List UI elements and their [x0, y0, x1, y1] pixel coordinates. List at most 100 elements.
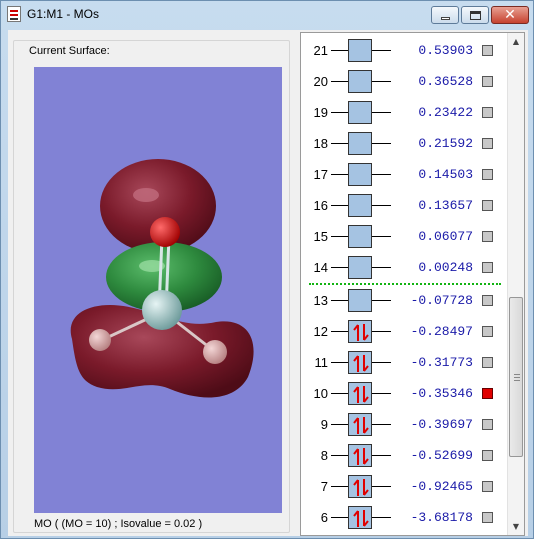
occupied-orbital-box[interactable]	[348, 382, 372, 405]
virtual-orbital-box[interactable]	[348, 101, 372, 124]
mo-row[interactable]: 14 0.00248	[301, 252, 507, 283]
mo-energy-value: -0.28497	[410, 324, 473, 339]
mo-row[interactable]: 18 0.21592	[301, 128, 507, 159]
mo-number: 14	[313, 260, 328, 275]
mo-select-checkbox[interactable]	[482, 45, 493, 56]
mo-row[interactable]: 7 -0.92465	[301, 471, 507, 502]
mo-select-checkbox[interactable]	[482, 169, 493, 180]
app-icon[interactable]	[7, 6, 21, 22]
mo-selected-checkbox[interactable]	[482, 388, 493, 399]
mo-number: 20	[313, 74, 328, 89]
mo-row[interactable]: 12 -0.28497	[301, 316, 507, 347]
mo-energy-value: 0.53903	[418, 43, 473, 58]
mo-energy-value: -0.31773	[410, 355, 473, 370]
current-surface-group: Current Surface: MO ((MO = 10) ; Isoval…	[13, 40, 290, 533]
mo-number: 18	[313, 136, 328, 151]
mo-select-checkbox[interactable]	[482, 326, 493, 337]
electron-pair-icon	[353, 355, 369, 372]
occupied-orbital-box[interactable]	[348, 320, 372, 343]
minimize-button[interactable]	[431, 6, 459, 24]
occupied-orbital-box[interactable]	[348, 444, 372, 467]
mo-energy-value: 0.21592	[418, 136, 473, 151]
mo-scrollbar[interactable]: ▲ ▼	[507, 33, 524, 535]
mo-row[interactable]: 21 0.53903	[301, 35, 507, 66]
electron-pair-icon	[353, 479, 369, 496]
mo-number: 19	[313, 105, 328, 120]
grip-icon	[514, 374, 520, 381]
mo-select-checkbox[interactable]	[482, 357, 493, 368]
mo-number: 10	[313, 386, 328, 401]
virtual-orbital-box[interactable]	[348, 225, 372, 248]
mo-select-checkbox[interactable]	[482, 231, 493, 242]
mo-number: 8	[320, 448, 328, 463]
mo-number: 15	[313, 229, 328, 244]
mo-row[interactable]: 6 -3.68178	[301, 502, 507, 533]
occupied-orbital-box[interactable]	[348, 475, 372, 498]
orbital-render	[70, 159, 254, 398]
molecule-viewer[interactable]	[34, 67, 282, 513]
mo-select-checkbox[interactable]	[482, 107, 493, 118]
mo-row[interactable]: 11 -0.31773	[301, 347, 507, 378]
mo-select-checkbox[interactable]	[482, 295, 493, 306]
mo-row[interactable]: 10 -0.35346	[301, 378, 507, 409]
title-bar[interactable]: G1:M1 - MOs ✕	[1, 1, 533, 29]
surface-caption: MO ( (MO = 10) ; Isovalue = 0.02 )	[34, 518, 203, 530]
electron-pair-icon	[353, 386, 369, 403]
close-icon: ✕	[504, 7, 516, 23]
mo-number: 9	[320, 417, 328, 432]
mo-energy-value: 0.14503	[418, 167, 473, 182]
mo-row[interactable]: 8 -0.52699	[301, 440, 507, 471]
mo-energy-value: -3.68178	[410, 510, 473, 525]
mo-energy-value: -0.92465	[410, 479, 473, 494]
virtual-orbital-box[interactable]	[348, 256, 372, 279]
mo-select-checkbox[interactable]	[482, 262, 493, 273]
mo-select-checkbox[interactable]	[482, 76, 493, 87]
mo-number: 12	[313, 324, 328, 339]
virtual-orbital-box[interactable]	[348, 132, 372, 155]
virtual-orbital-box[interactable]	[348, 163, 372, 186]
mo-number: 13	[313, 293, 328, 308]
mo-row[interactable]: 19 0.23422	[301, 97, 507, 128]
scroll-down-button[interactable]: ▼	[508, 518, 524, 535]
mo-energy-value: 0.13657	[418, 198, 473, 213]
maximize-button[interactable]	[461, 6, 489, 24]
scroll-thumb[interactable]	[509, 297, 523, 457]
mo-select-checkbox[interactable]	[482, 512, 493, 523]
electron-pair-icon	[353, 510, 369, 527]
mo-energy-value: -0.52699	[410, 448, 473, 463]
mo-row[interactable]: 9 -0.39697	[301, 409, 507, 440]
mo-row[interactable]: 16 0.13657	[301, 190, 507, 221]
mo-energy-value: 0.23422	[418, 105, 473, 120]
minimize-icon	[440, 16, 450, 20]
virtual-orbital-box[interactable]	[348, 289, 372, 312]
mo-row[interactable]: 15 0.06077	[301, 221, 507, 252]
electron-pair-icon	[353, 324, 369, 341]
mo-select-checkbox[interactable]	[482, 138, 493, 149]
client-area: Current Surface: MO ((MO = 10) ; Isoval…	[8, 30, 528, 536]
virtual-orbital-box[interactable]	[348, 70, 372, 93]
close-button[interactable]: ✕	[491, 6, 529, 24]
mo-number: 6	[320, 510, 328, 525]
mo-number: 7	[320, 479, 328, 494]
mo-row[interactable]: 17 0.14503	[301, 159, 507, 190]
occupied-orbital-box[interactable]	[348, 413, 372, 436]
occupied-orbital-box[interactable]	[348, 351, 372, 374]
mo-select-checkbox[interactable]	[482, 481, 493, 492]
mo-row[interactable]: 20 0.36528	[301, 66, 507, 97]
occupied-orbital-box[interactable]	[348, 506, 372, 529]
window-title: G1:M1 - MOs	[27, 7, 100, 21]
mo-select-checkbox[interactable]	[482, 200, 493, 211]
mo-number: 21	[313, 43, 328, 58]
mo-energy-value: 0.36528	[418, 74, 473, 89]
virtual-orbital-box[interactable]	[348, 194, 372, 217]
virtual-orbital-box[interactable]	[348, 39, 372, 62]
scroll-up-button[interactable]: ▲	[508, 33, 524, 50]
mo-select-checkbox[interactable]	[482, 450, 493, 461]
mo-select-checkbox[interactable]	[482, 419, 493, 430]
electron-pair-icon	[353, 448, 369, 465]
chevron-up-icon: ▲	[512, 37, 520, 46]
mo-window: G1:M1 - MOs ✕ Current Surface: MO ((MO …	[0, 0, 534, 539]
mo-energy-diagram: 21 0.53903 20 0.36528 19 0.23422 18 0.21592 17 0.…	[300, 32, 525, 536]
mo-energy-value: 0.00248	[418, 260, 473, 275]
mo-row[interactable]: 13 -0.07728	[301, 285, 507, 316]
